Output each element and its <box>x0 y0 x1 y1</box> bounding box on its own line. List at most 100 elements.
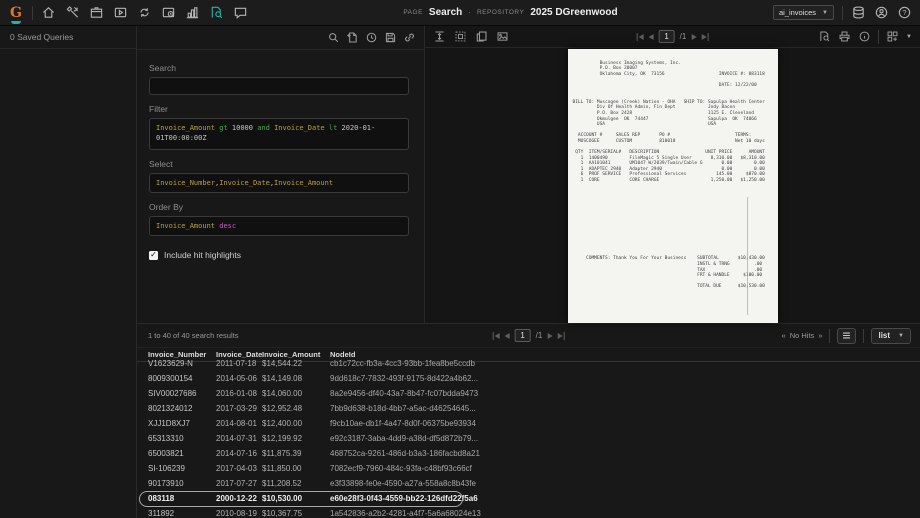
table-cell: 65003821 <box>148 449 184 458</box>
help-icon[interactable]: ? <box>897 5 912 20</box>
table-row[interactable]: 311892 2010-08-19 $10,367.75 1a542836-a2b2-… <box>137 506 920 518</box>
tools-icon[interactable] <box>65 5 80 20</box>
table-row[interactable]: 90173910 2017-07-27 $11,208.52 e3f33898-fe0… <box>137 476 920 491</box>
document-preview-icon[interactable] <box>818 30 831 43</box>
table-cell: f9cb10ae-db1f-4a47-8d0f-06375be93934 <box>330 419 476 428</box>
breadcrumb-separator: · <box>468 8 471 17</box>
archive-icon[interactable] <box>89 5 104 20</box>
table-cell: 2011-07-18 <box>216 359 257 368</box>
page-number-input[interactable]: 1 <box>658 30 675 43</box>
table-row[interactable]: 8021324012 2017-03-29 $12,952.48 7bb9d638-b… <box>137 401 920 416</box>
document-search-icon[interactable] <box>209 5 224 20</box>
view-mode-select[interactable]: list ▼ <box>871 327 911 344</box>
saved-queries-header: 0 Saved Queries <box>0 26 136 49</box>
table-cell: 7082ecf9-7960-484c-93fa-c48bf93c66cf <box>330 464 472 473</box>
save-query-icon[interactable] <box>384 31 397 44</box>
reports-icon[interactable] <box>185 5 200 20</box>
table-cell: 468752ca-9261-486d-b3a3-186facbd8a21 <box>330 449 480 458</box>
tasks-box-icon[interactable] <box>161 5 176 20</box>
document-preview-page[interactable]: Business Imaging Systems, Inc. P.O. Box … <box>567 49 778 323</box>
table-row[interactable]: 8009300154 2014-05-06 $14,149.08 9dd618c7-7… <box>137 371 920 386</box>
columns-menu-button[interactable] <box>837 327 857 344</box>
query-token: 10000 <box>231 124 253 132</box>
last-page-button[interactable] <box>557 331 565 340</box>
chevron-down-icon[interactable]: ▼ <box>906 34 912 40</box>
new-query-icon[interactable] <box>346 31 359 44</box>
sync-icon[interactable] <box>137 5 152 20</box>
first-page-button[interactable] <box>636 32 644 41</box>
document-preview-area: Business Imaging Systems, Inc. P.O. Box … <box>425 48 920 323</box>
next-page-button[interactable] <box>691 33 697 40</box>
divider <box>863 328 865 343</box>
table-cell: $11,850.00 <box>262 464 302 473</box>
table-row-selected[interactable]: 083118 2000-12-22 $10,530.00 e60e28f3-0f43-… <box>137 491 920 507</box>
previous-page-button[interactable] <box>648 33 654 40</box>
table-cell: 1a542836-a2b2-4281-a4f7-5a6a68024e13 <box>330 509 481 518</box>
table-cell: 083118 <box>148 494 175 503</box>
thumbnails-icon[interactable] <box>475 30 488 43</box>
results-pager: 1 /1 <box>492 329 565 342</box>
database-icon[interactable] <box>851 5 866 20</box>
table-cell: XJJ1D8XJ7 <box>148 419 190 428</box>
next-hit-icon[interactable]: » <box>818 331 822 340</box>
no-hits-nav[interactable]: « No Hits » <box>782 331 823 340</box>
next-page-button[interactable] <box>547 332 553 339</box>
filter-input[interactable]: Invoice_Amount gt 10000 and Invoice_Date… <box>149 118 409 150</box>
divider <box>32 5 33 20</box>
query-token: Invoice_Amount <box>156 124 216 132</box>
page-number-input[interactable]: 1 <box>514 329 531 342</box>
chevron-down-icon: ▼ <box>822 9 828 16</box>
table-row[interactable]: XJJ1D8XJ7 2014-08-01 $12,400.00 f9cb10ae-db… <box>137 416 920 431</box>
search-input[interactable] <box>149 77 409 95</box>
media-box-icon[interactable] <box>113 5 128 20</box>
viewer-zoom-icons <box>433 30 509 43</box>
page-total: /1 <box>679 32 687 41</box>
fit-height-icon[interactable] <box>433 30 446 43</box>
last-page-button[interactable] <box>701 32 709 41</box>
table-cell: 8a2e9456-df40-43a7-8b47-fc07bdda9473 <box>330 389 479 398</box>
table-cell: 2017-07-27 <box>216 479 257 488</box>
app-logo[interactable]: G <box>8 6 24 24</box>
chat-icon[interactable] <box>233 5 248 20</box>
table-cell: 2000-12-22 <box>216 494 257 503</box>
export-icon[interactable] <box>886 30 899 43</box>
home-icon[interactable] <box>41 5 56 20</box>
table-cell: 2010-08-19 <box>216 509 257 518</box>
link-icon[interactable] <box>403 31 416 44</box>
hit-highlights-checkbox[interactable]: ✓ <box>149 250 158 260</box>
repository-label: REPOSITORY <box>476 9 525 16</box>
page-title: Search <box>428 7 463 18</box>
history-icon[interactable] <box>365 31 378 44</box>
query-token: desc <box>219 222 237 230</box>
actual-size-icon[interactable] <box>454 30 467 43</box>
account-icon[interactable] <box>874 5 889 20</box>
table-row[interactable]: 65313310 2014-07-31 $12,199.92 e92c3187-3ab… <box>137 431 920 446</box>
image-view-icon[interactable] <box>496 30 509 43</box>
table-cell: $12,400.00 <box>262 419 303 428</box>
viewer-action-icons: ▼ <box>818 29 912 44</box>
hit-highlights-label: Include hit highlights <box>164 250 242 260</box>
previous-hit-icon[interactable]: « <box>782 331 786 340</box>
print-icon[interactable] <box>838 30 851 43</box>
table-cell: 2014-05-06 <box>216 374 257 383</box>
environment-select[interactable]: ai_invoices ▼ <box>772 5 834 20</box>
orderby-input[interactable]: Invoice_Amount desc <box>149 216 409 236</box>
search-icon[interactable] <box>327 31 340 44</box>
query-token: gt <box>219 124 228 132</box>
table-cell: 2016-01-08 <box>216 389 257 398</box>
select-input[interactable]: Invoice_Number,Invoice_Date,Invoice_Amou… <box>149 173 409 193</box>
previous-page-button[interactable] <box>504 332 510 339</box>
table-cell: 90173910 <box>148 479 184 488</box>
invoice-scan-text: Business Imaging Systems, Inc. P.O. Box … <box>572 60 765 290</box>
table-row[interactable]: V1623629-N 2011-07-18 $14,544.22 cb1c72cc-f… <box>137 357 920 371</box>
table-row[interactable]: 65003821 2014-07-16 $11,875.39 468752ca-926… <box>137 446 920 461</box>
table-row[interactable]: SI-106239 2017-04-03 $11,850.00 7082ecf9-79… <box>137 461 920 476</box>
table-cell: 2014-07-16 <box>216 449 257 458</box>
table-cell: $14,060.00 <box>262 389 303 398</box>
table-cell: 8009300154 <box>148 374 193 383</box>
info-icon[interactable] <box>858 30 871 43</box>
first-page-button[interactable] <box>492 331 500 340</box>
table-cell: $11,875.39 <box>262 449 302 458</box>
no-hits-label: No Hits <box>789 331 815 340</box>
table-row[interactable]: SIV00027686 2016-01-08 $14,060.00 8a2e9456-… <box>137 386 920 401</box>
